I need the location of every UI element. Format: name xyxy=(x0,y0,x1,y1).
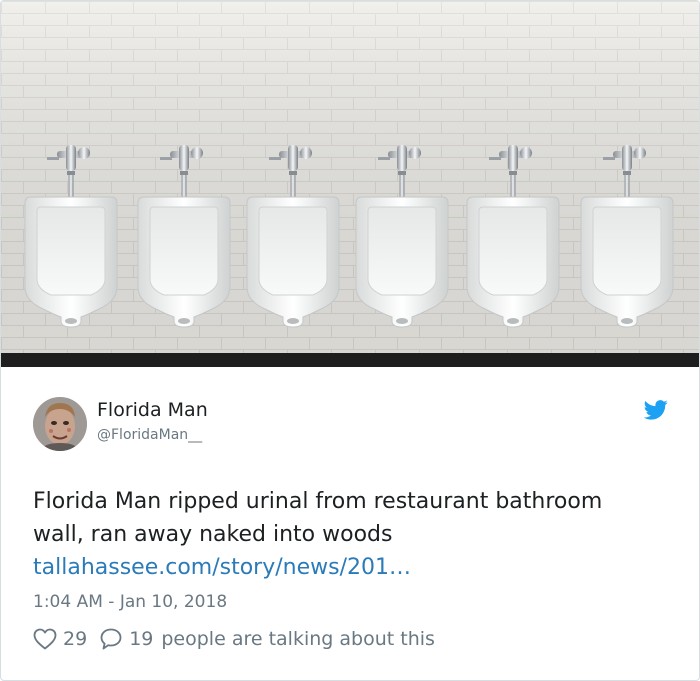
tweet-photo[interactable] xyxy=(1,1,699,367)
article-link[interactable]: tallahassee.com/story/news/201… xyxy=(33,551,673,584)
tweet-timestamp[interactable]: 1:04 AM - Jan 10, 2018 xyxy=(33,592,227,612)
heart-outline-icon xyxy=(33,628,57,650)
speech-bubble-icon xyxy=(99,627,123,651)
tweet-text-line-2: wall, ran away naked into woods xyxy=(33,522,393,547)
tweet-actions: 29 19 people are talking about this xyxy=(33,625,435,653)
like-button[interactable]: 29 xyxy=(33,628,87,650)
tweet-card: Florida Man @FloridaMan__ Florida Man ri… xyxy=(0,0,700,681)
author-handle[interactable]: @FloridaMan__ xyxy=(97,427,202,443)
author-avatar[interactable] xyxy=(33,397,87,451)
tweet-text: Florida Man ripped urinal from restauran… xyxy=(33,485,673,584)
author-name[interactable]: Florida Man xyxy=(97,399,208,421)
tweet-text-line-1: Florida Man ripped urinal from restauran… xyxy=(33,489,603,514)
reply-button[interactable]: 19 xyxy=(99,627,153,651)
reply-count: 19 xyxy=(129,628,154,650)
like-count: 29 xyxy=(63,628,88,650)
twitter-bird-icon[interactable] xyxy=(643,400,668,420)
conversation-link[interactable]: people are talking about this xyxy=(161,628,435,650)
